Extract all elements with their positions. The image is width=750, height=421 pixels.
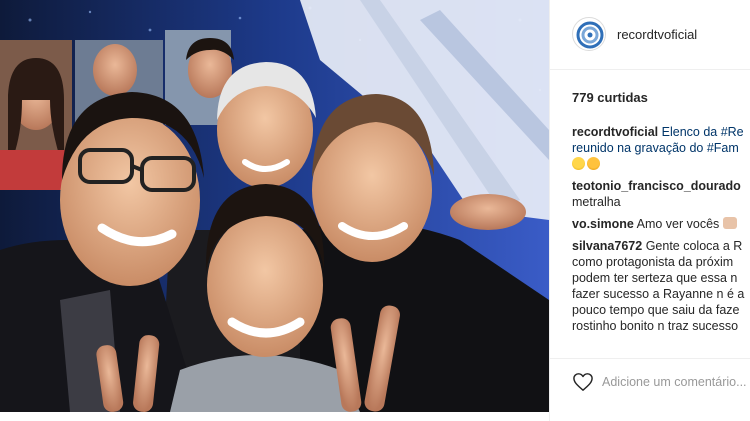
comment-username[interactable]: teotonio_francisco_dourado xyxy=(572,178,750,194)
heart-eyes-emoji-icon xyxy=(572,157,585,170)
instagram-post: recordtvoficial 779 curtidas recordtvofi… xyxy=(0,0,750,421)
post-side-panel: recordtvoficial 779 curtidas recordtvofi… xyxy=(549,0,750,421)
comments-list: recordtvoficial Elenco da #Re reunido na… xyxy=(572,124,750,340)
comment-item: recordtvoficial Elenco da #Re reunido na… xyxy=(572,124,750,172)
comment-username[interactable]: vo.simone xyxy=(572,217,634,231)
selfie-illustration xyxy=(0,0,549,412)
comment-text-line: pouco tempo que saiu da faze xyxy=(572,303,740,317)
likes-count[interactable]: 779 curtidas xyxy=(572,90,648,105)
comment-item: teotonio_francisco_dourado metralha xyxy=(572,178,750,210)
comment-text-line: rostinho bonito n traz sucesso xyxy=(572,319,739,333)
comment-text-line: Gente coloca a R xyxy=(645,239,743,253)
account-avatar[interactable] xyxy=(572,17,606,51)
comment-item: silvana7672 Gente coloca a R como protag… xyxy=(572,238,750,334)
comment-username[interactable]: silvana7672 xyxy=(572,239,642,253)
post-footer xyxy=(550,358,750,421)
comment-text-line: fazer sucesso a Rayanne n é a xyxy=(572,287,745,301)
clapping-hands-emoji-icon xyxy=(723,217,738,229)
astonished-emoji-icon xyxy=(587,157,600,170)
like-heart-icon[interactable] xyxy=(572,372,594,392)
comment-text: Elenco da #Re xyxy=(662,125,744,139)
comment-item: vo.simone Amo ver vocês xyxy=(572,216,750,232)
comment-text-line: podem ter serteza que essa n xyxy=(572,271,738,285)
recordtv-logo-icon xyxy=(575,20,605,50)
account-username[interactable]: recordtvoficial xyxy=(617,27,697,42)
comment-text-line: como protagonista da próxim xyxy=(572,255,734,269)
comment-text-line: Amo ver vocês xyxy=(636,217,720,231)
comment-username[interactable]: recordtvoficial xyxy=(572,125,658,139)
post-photo[interactable] xyxy=(0,0,549,412)
comment-text-line[interactable]: Elenco da #Re xyxy=(662,125,744,139)
add-comment-input[interactable] xyxy=(602,372,750,392)
post-header: recordtvoficial xyxy=(550,0,750,70)
comment-text-line: metralha xyxy=(572,195,621,209)
comment-text-line[interactable]: reunido na gravação do #Fam xyxy=(572,140,750,156)
